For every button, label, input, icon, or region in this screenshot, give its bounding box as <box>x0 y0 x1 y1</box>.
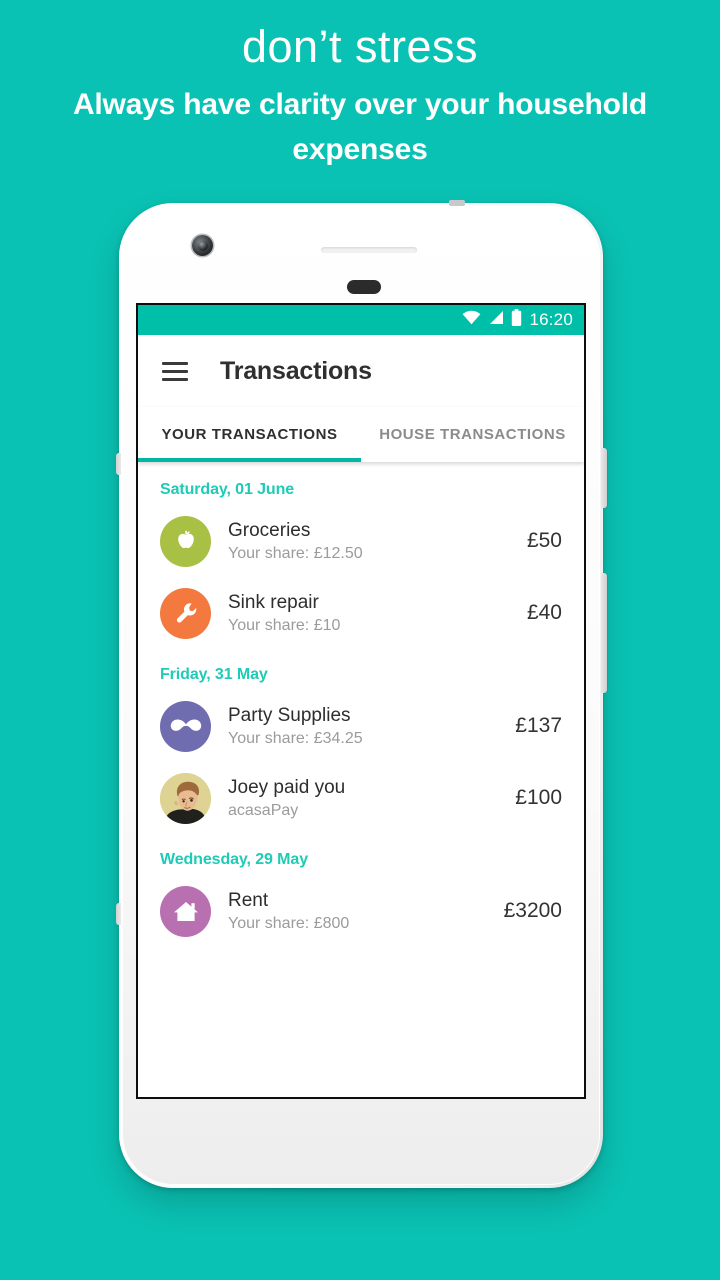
house-icon <box>160 885 211 937</box>
date-header: Wednesday, 29 May <box>160 851 308 868</box>
transaction-text: Rent Your share: £800 <box>228 888 496 935</box>
transaction-list[interactable]: Saturday, 01 June Groceries Your share: … <box>138 462 584 1097</box>
transaction-title: Groceries <box>228 519 311 541</box>
transaction-subtitle: Your share: £800 <box>228 914 350 932</box>
transaction-amount: £40 <box>526 601 562 624</box>
transaction-row[interactable]: Joey paid you acasaPay £100 <box>138 762 584 834</box>
left-nub-upper <box>116 453 121 475</box>
page-title: Transactions <box>220 356 372 385</box>
volume-button[interactable] <box>601 573 607 693</box>
phone-top-antenna-nub <box>449 200 465 206</box>
transaction-title: Sink repair <box>228 591 319 613</box>
transaction-text: Groceries Your share: £12.50 <box>228 518 519 565</box>
transaction-title: Party Supplies <box>228 704 351 726</box>
date-header: Friday, 31 May <box>160 666 268 683</box>
transaction-row[interactable]: Sink repair Your share: £10 £40 <box>138 577 584 649</box>
transaction-amount: £100 <box>515 786 562 809</box>
promo-title: don’t stress <box>241 21 479 72</box>
front-camera-icon <box>192 235 213 256</box>
transaction-text: Party Supplies Your share: £34.25 <box>228 703 507 750</box>
left-nub-lower <box>116 903 121 925</box>
transaction-text: Sink repair Your share: £10 <box>228 590 519 637</box>
proximity-sensor <box>347 280 381 294</box>
camera-lens <box>197 240 208 251</box>
phone-screen: 16:20 Transactions YOUR TRANSACTIONS HOU… <box>138 305 584 1097</box>
transaction-row[interactable]: Groceries Your share: £12.50 £50 <box>138 505 584 577</box>
transaction-subtitle: Your share: £34.25 <box>228 729 363 747</box>
avatar <box>160 772 211 824</box>
date-header: Saturday, 01 June <box>160 481 295 498</box>
wrench-icon <box>160 587 211 639</box>
transaction-amount: £137 <box>515 714 562 737</box>
transaction-row[interactable]: Rent Your share: £800 £3200 <box>138 875 584 947</box>
phone-mockup: 16:20 Transactions YOUR TRANSACTIONS HOU… <box>116 200 607 1188</box>
tab-house-transactions[interactable]: HOUSE TRANSACTIONS <box>361 407 584 462</box>
wifi-icon <box>462 310 481 330</box>
status-bar-clock: 16:20 <box>529 310 573 329</box>
transaction-subtitle: acasaPay <box>228 801 299 819</box>
transaction-title: Joey paid you <box>228 776 346 798</box>
transaction-subtitle: Your share: £10 <box>228 616 341 634</box>
transaction-title: Rent <box>228 889 269 911</box>
status-bar: 16:20 <box>138 305 584 335</box>
transaction-subtitle: Your share: £12.50 <box>228 544 363 562</box>
transaction-text: Joey paid you acasaPay <box>228 775 507 822</box>
promo-header: don’t stress Always have clarity over yo… <box>0 18 720 172</box>
hamburger-menu-icon[interactable] <box>162 361 188 381</box>
tab-active-indicator <box>138 458 361 462</box>
signal-icon <box>488 310 504 330</box>
power-button[interactable] <box>601 448 607 508</box>
tab-bar: YOUR TRANSACTIONS HOUSE TRANSACTIONS <box>138 407 584 462</box>
battery-icon <box>511 309 522 331</box>
moustache-icon <box>160 700 211 752</box>
transaction-amount: £3200 <box>503 899 562 922</box>
tab-your-transactions[interactable]: YOUR TRANSACTIONS <box>138 407 361 462</box>
apple-icon <box>160 515 211 567</box>
earpiece-speaker <box>321 247 417 253</box>
promo-subtitle: Always have clarity over your household … <box>72 88 648 166</box>
app-bar: Transactions <box>138 335 584 407</box>
transaction-row[interactable]: Party Supplies Your share: £34.25 £137 <box>138 690 584 762</box>
transaction-amount: £50 <box>526 529 562 552</box>
